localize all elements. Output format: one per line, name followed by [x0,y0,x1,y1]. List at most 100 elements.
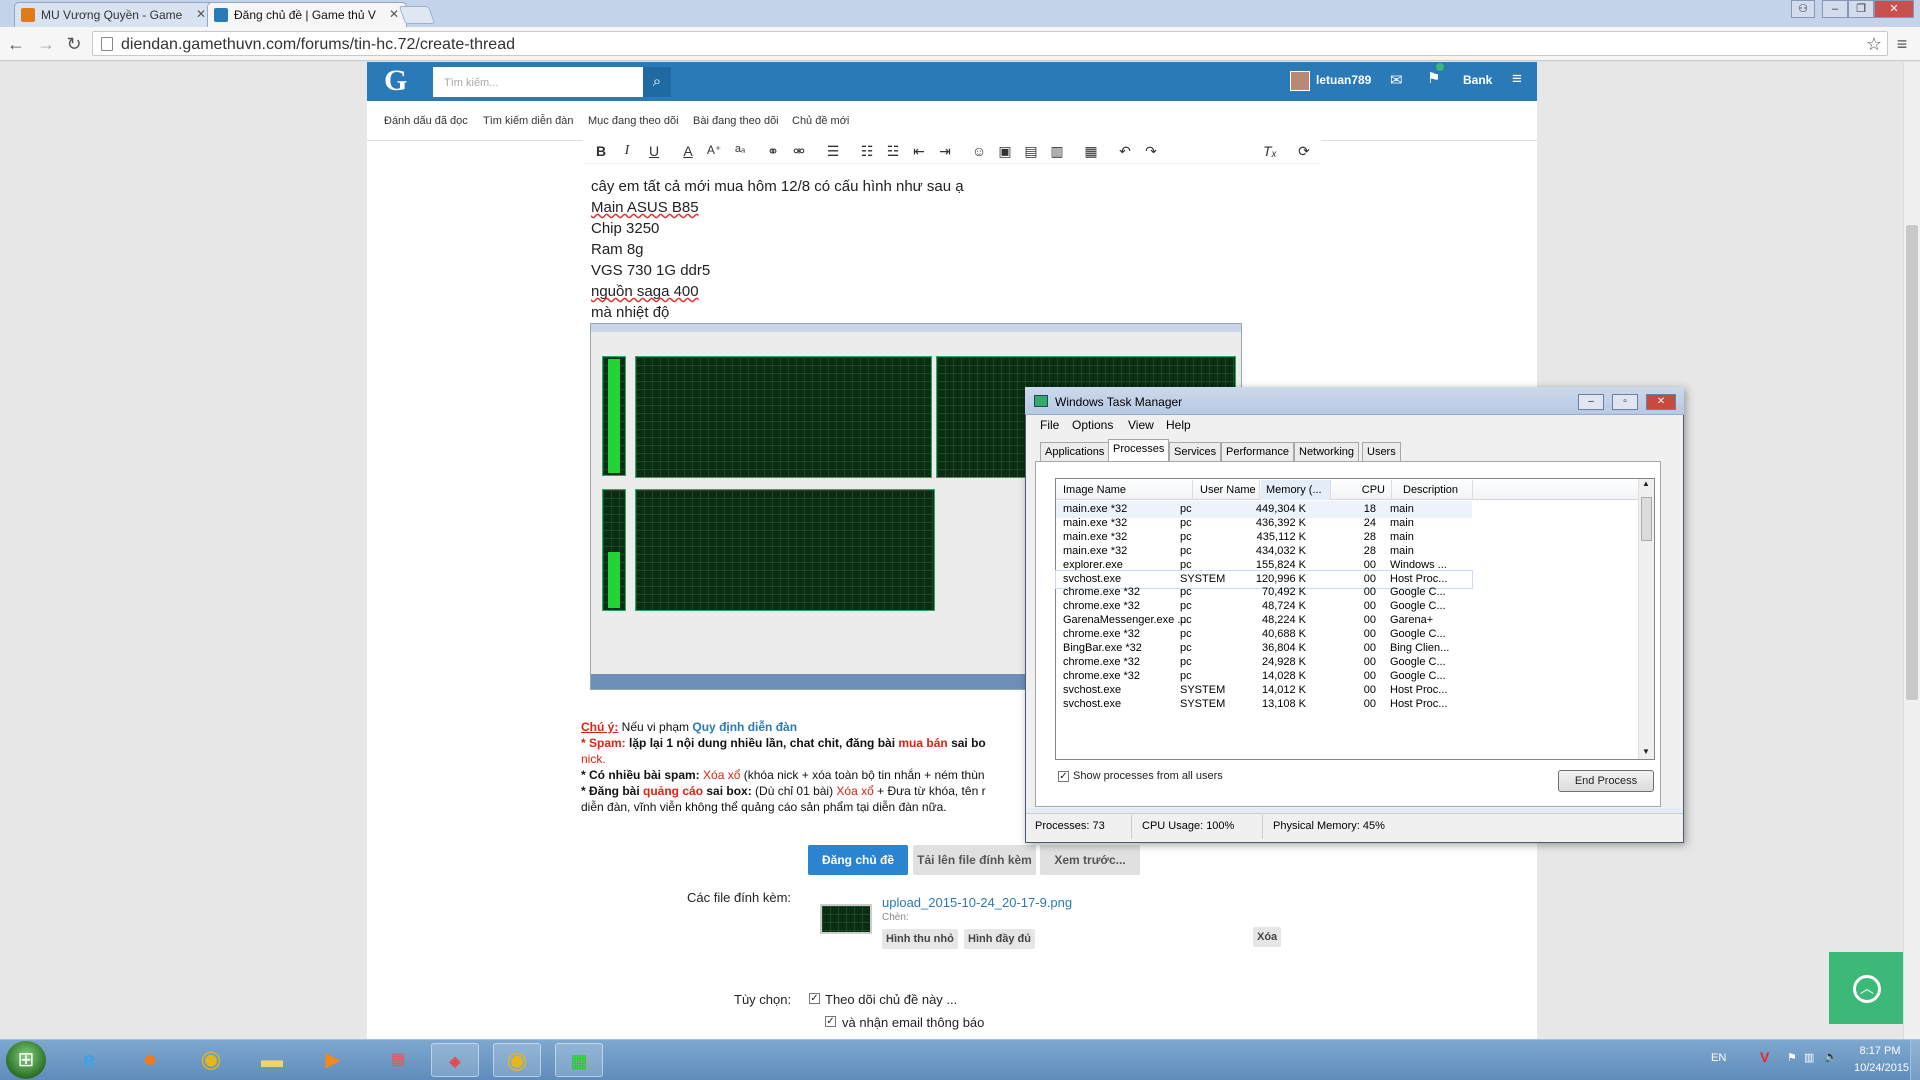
smiley-icon[interactable]: ☺ [969,143,989,159]
tm-menu-help[interactable]: Help [1166,418,1191,432]
font-color-icon[interactable]: A [678,143,698,159]
tab-networking[interactable]: Networking [1294,442,1360,461]
unlink-icon[interactable]: ⚮ [789,143,809,160]
link-icon[interactable]: ⚭ [763,143,783,160]
align-icon[interactable]: ☰ [823,143,843,160]
scroll-up-icon[interactable]: ▲ [1642,479,1650,488]
start-button[interactable]: ⊞ [6,1041,46,1079]
font-size-icon[interactable]: A⁺ [704,143,724,157]
preview-button[interactable]: Xem trước... [1040,845,1140,875]
file-explorer-icon[interactable]: ▬ [248,1043,296,1077]
profile-icon[interactable]: ⚇ [1791,0,1815,18]
browser-tab-mu[interactable]: MU Vương Quyền - Game ✕ [14,2,214,27]
col-cpu[interactable]: CPU [1332,480,1392,500]
end-process-button[interactable]: End Process [1558,770,1654,792]
numbered-list-icon[interactable]: ☳ [883,143,903,160]
bookmark-star-icon[interactable]: ☆ [1862,32,1886,56]
app-icon[interactable]: ▦ [374,1043,422,1077]
redo-icon[interactable]: ↷ [1141,143,1161,160]
rules-link[interactable]: Quy định diễn đàn [692,720,797,734]
insert-thumbnail-button[interactable]: Hình thu nhỏ [882,929,958,949]
hamburger-menu-icon[interactable]: ≡ [1512,69,1522,89]
clock-time[interactable]: 8:17 PM [1854,1045,1906,1057]
tm-minimize-button[interactable]: – [1578,394,1604,410]
tab-services[interactable]: Services [1169,442,1222,461]
post-thread-button[interactable]: Đăng chủ đề [808,845,908,875]
subnav-watched-forums[interactable]: Mục đang theo dõi [588,115,679,127]
firefox-icon[interactable]: ● [126,1043,174,1077]
language-indicator[interactable]: EN [1711,1052,1726,1064]
subnav-watched-threads[interactable]: Bài đang theo dõi [693,115,779,127]
chrome-open-icon[interactable]: ◉ [493,1043,541,1077]
insert-full-image-button[interactable]: Hình đầy đủ [964,929,1035,949]
process-scroll-thumb[interactable] [1641,497,1652,541]
email-notify-checkbox[interactable]: ✓ [825,1016,836,1027]
col-memory[interactable]: Memory (... [1261,480,1331,500]
watch-thread-checkbox[interactable]: ✓ [809,993,820,1004]
media-icon[interactable]: ▤ [1021,143,1041,160]
italic-icon[interactable]: I [617,143,637,159]
scrollbar-thumb[interactable] [1906,225,1918,700]
minimize-button[interactable]: – [1822,0,1848,18]
attachment-thumbnail[interactable] [820,904,872,934]
toggle-bbcode-icon[interactable]: ⟳ [1294,143,1314,160]
remove-format-icon[interactable]: Tₓ [1260,143,1280,159]
show-desktop-button[interactable] [1910,1040,1920,1080]
bullet-list-icon[interactable]: ☷ [857,143,877,160]
table-row[interactable]: svchost.exe SYSTEM 13,108 K 00 Host Proc... [1056,696,1472,713]
menu-icon[interactable]: ≡ [1890,32,1914,56]
tm-menu-file[interactable]: File [1040,418,1059,432]
save-draft-icon[interactable]: ▦ [1081,143,1101,160]
bold-icon[interactable]: B [591,143,611,159]
forward-arrow-icon[interactable]: → [34,32,58,56]
network-tray-icon[interactable]: ▥ [1804,1051,1814,1064]
upload-attachment-button[interactable]: Tải lên file đính kèm [913,845,1036,875]
subnav-search-forum[interactable]: Tìm kiếm diễn đàn [483,115,573,127]
tab-users[interactable]: Users [1362,442,1401,461]
scroll-down-icon[interactable]: ▼ [1642,747,1650,756]
close-tab-icon[interactable]: ✕ [196,7,206,21]
indent-icon[interactable]: ⇥ [935,143,955,160]
avatar[interactable] [1290,71,1310,91]
process-list-scrollbar[interactable]: ▲ ▼ [1638,479,1654,759]
browser-tab-active[interactable]: Đăng chủ đề | Game thủ V ✕ [207,2,407,27]
search-input[interactable]: Tìm kiếm... [433,67,643,97]
address-bar[interactable]: diendan.gamethuvn.com/forums/tin-hc.72/c… [92,31,1888,56]
media-player-icon[interactable]: ▶ [309,1043,357,1077]
undo-icon[interactable]: ↶ [1115,143,1135,160]
attachment-filename-link[interactable]: upload_2015-10-24_20-17-9.png [882,895,1072,910]
clock-date[interactable]: 10/24/2015 [1854,1062,1909,1074]
antivirus-tray-icon[interactable]: V [1760,1049,1769,1065]
delete-attachment-button[interactable]: Xóa [1253,927,1282,947]
tm-menu-view[interactable]: View [1128,418,1154,432]
mail-icon[interactable]: ✉ [1390,71,1403,89]
tab-applications[interactable]: Applications [1040,442,1110,461]
subnav-new-threads[interactable]: Chủ đề mới [792,115,849,127]
new-tab-button[interactable] [398,6,436,24]
col-image-name[interactable]: Image Name [1063,480,1193,500]
tm-maximize-button[interactable]: ▫ [1612,394,1638,410]
game-taskbar-icon[interactable]: ◈ [431,1043,479,1077]
username-link[interactable]: letuan789 [1316,73,1371,87]
internet-explorer-icon[interactable]: e [65,1043,113,1077]
underline-icon[interactable]: U [644,143,664,159]
tab-performance[interactable]: Performance [1221,442,1294,461]
subnav-mark-read[interactable]: Đánh dấu đã đọc [384,115,468,127]
col-user-name[interactable]: User Name [1200,480,1260,500]
outdent-icon[interactable]: ⇤ [909,143,929,160]
image-icon[interactable]: ▣ [995,143,1015,160]
show-all-users-checkbox[interactable]: ✓ [1058,771,1069,782]
bank-link[interactable]: Bank [1463,73,1492,87]
flag-tray-icon[interactable]: ⚑ [1787,1051,1797,1064]
restore-button[interactable]: ❐ [1848,0,1874,18]
chrome-icon[interactable]: ◉ [187,1043,235,1077]
task-manager-taskbar-icon[interactable]: ▦ [555,1043,603,1077]
font-family-icon[interactable]: aₐ [730,143,750,155]
site-logo[interactable]: G [384,64,407,98]
tm-close-button[interactable]: ✕ [1646,394,1676,410]
back-arrow-icon[interactable]: ← [4,32,28,56]
tab-processes[interactable]: Processes [1108,439,1170,462]
tm-menu-options[interactable]: Options [1072,418,1113,432]
reload-icon[interactable]: ↻ [62,32,86,56]
search-icon[interactable]: ⌕ [643,67,671,97]
